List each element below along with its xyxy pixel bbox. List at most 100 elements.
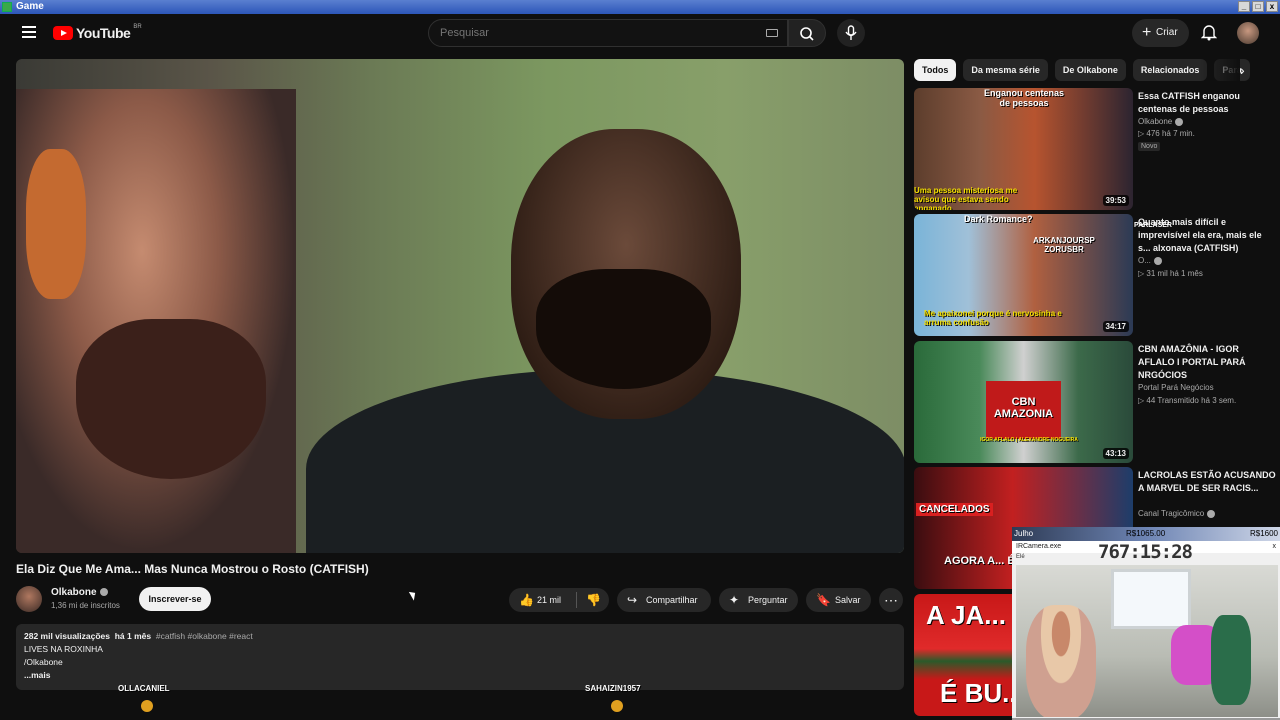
- small-label: Elé: [1016, 554, 1025, 560]
- thumbnail-text: CBN AMAZONIA: [993, 396, 1054, 420]
- thumbnail-text: Dark Romance?: [964, 214, 1033, 224]
- logo-region: BR: [133, 24, 142, 30]
- chip-same-series[interactable]: Da mesma série: [963, 59, 1048, 81]
- thumbs-down-icon[interactable]: 👎: [586, 588, 601, 612]
- video-thumbnail[interactable]: Dark Romance? ARKANJOURSP ZORUSBR Me apa…: [914, 214, 1133, 336]
- thumbnail-text: Enganou centenas de pessoas: [984, 88, 1065, 108]
- more-actions-button[interactable]: ⋯: [879, 588, 903, 612]
- camera-window-title: IRCamera.exe: [1016, 543, 1062, 550]
- search-input[interactable]: [440, 27, 740, 39]
- rec-channel[interactable]: Portal Pará Negócios: [1138, 383, 1214, 392]
- rec-title[interactable]: CBN AMAZÔNIA - IGOR AFLALO I PORTAL PARÁ…: [1138, 343, 1276, 382]
- rec-channel[interactable]: Olkabone: [1138, 117, 1184, 126]
- app-icon: [2, 2, 12, 12]
- save-label: Salvar: [835, 595, 861, 605]
- streamer-beard: [76, 319, 266, 479]
- youtube-logo[interactable]: YouTube BR: [53, 24, 142, 41]
- logo-text: YouTube: [76, 25, 131, 41]
- goal-target: R$1600: [1249, 529, 1278, 538]
- create-button[interactable]: + Criar: [1132, 19, 1189, 47]
- subscriber-count: 1,36 mi de inscritos: [51, 601, 120, 610]
- search-icon: [800, 27, 814, 41]
- channel-name[interactable]: Olkabone: [51, 587, 108, 598]
- window-titlebar: Game _ □ x: [0, 0, 1280, 14]
- create-label: Criar: [1156, 27, 1178, 38]
- duration-badge: 43:13: [1102, 448, 1129, 459]
- hashtags[interactable]: #catfish #olkabone #react: [156, 631, 253, 641]
- search-button[interactable]: [788, 19, 826, 47]
- stream-overlay-tag: PARLASER: [1134, 222, 1172, 229]
- minimize-button[interactable]: _: [1238, 1, 1250, 12]
- subscribe-button[interactable]: Inscrever-se: [139, 587, 211, 611]
- video-player[interactable]: [16, 59, 904, 553]
- mouse-cursor-icon: [408, 589, 419, 601]
- recommended-video[interactable]: Dark Romance? ARKANJOURSP ZORUSBR Me apa…: [914, 214, 1280, 336]
- recommended-video[interactable]: CBN AMAZONIA IGOR AFLALO | ALEXANDRE NOG…: [914, 341, 1280, 463]
- headset: [26, 149, 86, 299]
- sparkle-icon: ✦: [729, 593, 740, 607]
- room-window: [1111, 569, 1191, 629]
- show-more-link[interactable]: ...mais: [24, 669, 896, 682]
- verified-icon: [1175, 117, 1184, 126]
- bookmark-icon: 🔖: [816, 593, 831, 607]
- rec-meta: ▷ 31 mil há 1 mês: [1138, 269, 1203, 278]
- search-box[interactable]: [428, 19, 788, 47]
- maximize-button[interactable]: □: [1252, 1, 1264, 12]
- share-icon: ↪: [627, 593, 638, 607]
- divider: [576, 592, 577, 608]
- thumbs-up-icon[interactable]: 👍: [519, 588, 534, 612]
- menu-icon[interactable]: [22, 26, 36, 38]
- stream-overlay-name: SAHAIZIN1957: [585, 684, 641, 693]
- stream-overlay-name: OLLACANIEL: [118, 684, 170, 693]
- save-button[interactable]: 🔖 Salvar: [806, 588, 871, 612]
- chip-from-channel[interactable]: De Olkabone: [1054, 59, 1126, 81]
- channel-avatar[interactable]: [16, 586, 42, 612]
- voice-search-button[interactable]: [837, 19, 865, 47]
- user-avatar[interactable]: [1237, 22, 1259, 44]
- chip-related[interactable]: Relacionados: [1132, 59, 1208, 81]
- video-subject-beard: [536, 269, 711, 389]
- close-button[interactable]: x: [1266, 1, 1278, 12]
- rec-channel[interactable]: O...: [1138, 256, 1162, 265]
- rec-title[interactable]: LACROLAS ESTÃO ACUSANDO A MARVEL DE SER …: [1138, 469, 1276, 495]
- description-line: /Olkabone: [24, 657, 63, 667]
- microphone-icon: [845, 25, 857, 40]
- like-count[interactable]: 21 mil: [537, 588, 561, 612]
- window-controls: _ □ x: [1238, 1, 1278, 12]
- plus-icon: +: [1142, 24, 1152, 41]
- stream-timer: 767:15:28: [1098, 541, 1193, 563]
- chip-fade: [1200, 59, 1240, 81]
- verified-icon: [99, 588, 108, 597]
- duration-badge: 34:17: [1102, 321, 1129, 332]
- rec-channel[interactable]: Canal Tragicômico: [1138, 509, 1216, 518]
- new-badge: Novo: [1138, 142, 1161, 151]
- stream-emoji-icon: [611, 700, 623, 712]
- description-box[interactable]: 282 mil visualizações há 1 mês #catfish …: [16, 624, 904, 690]
- thumbnail-text: Me apaixonei porque é nervosinha e arrum…: [924, 309, 1062, 327]
- share-label: Compartilhar: [646, 595, 698, 605]
- close-icon[interactable]: x: [1273, 541, 1277, 553]
- share-button[interactable]: ↪ Compartilhar: [617, 588, 711, 612]
- recommended-video[interactable]: Enganou centenas de pessoas Uma pessoa m…: [914, 88, 1280, 210]
- thumbnail-text: Uma pessoa misteriosa me avisou que esta…: [914, 186, 1018, 210]
- notifications-bell-icon[interactable]: [1201, 23, 1217, 41]
- rec-title[interactable]: Essa CATFISH enganou centenas de pessoas: [1138, 90, 1276, 116]
- video-thumbnail[interactable]: Enganou centenas de pessoas Uma pessoa m…: [914, 88, 1133, 210]
- video-title: Ela Diz Que Me Ama... Mas Nunca Mostrou …: [16, 562, 369, 576]
- upload-age: há 1 mês: [114, 631, 152, 641]
- chip-all[interactable]: Todos: [914, 59, 957, 81]
- view-count: 282 mil visualizações: [24, 631, 110, 641]
- thumbnail-text: IGOR AFLALO | ALEXANDRE NOGUEIRA: [980, 437, 1078, 443]
- keyboard-icon[interactable]: [766, 29, 778, 37]
- stream-overlay-widget: Julho R$1065.00 R$1600 IRCamera.exe x 76…: [1012, 527, 1280, 720]
- description-line: LIVES NA ROXINHA: [24, 644, 103, 654]
- youtube-play-icon: [53, 26, 73, 40]
- chevron-right-icon[interactable]: ›: [1240, 62, 1245, 78]
- goal-current: R$1065.00: [1126, 529, 1166, 538]
- youtube-header: YouTube BR + Criar: [0, 14, 1280, 54]
- ask-button[interactable]: ✦ Perguntar: [719, 588, 798, 612]
- video-thumbnail[interactable]: CBN AMAZONIA IGOR AFLALO | ALEXANDRE NOG…: [914, 341, 1133, 463]
- webcam-person: [1026, 605, 1096, 717]
- donation-goal-bar: Julho R$1065.00 R$1600: [1012, 527, 1280, 541]
- ask-label: Perguntar: [748, 595, 788, 605]
